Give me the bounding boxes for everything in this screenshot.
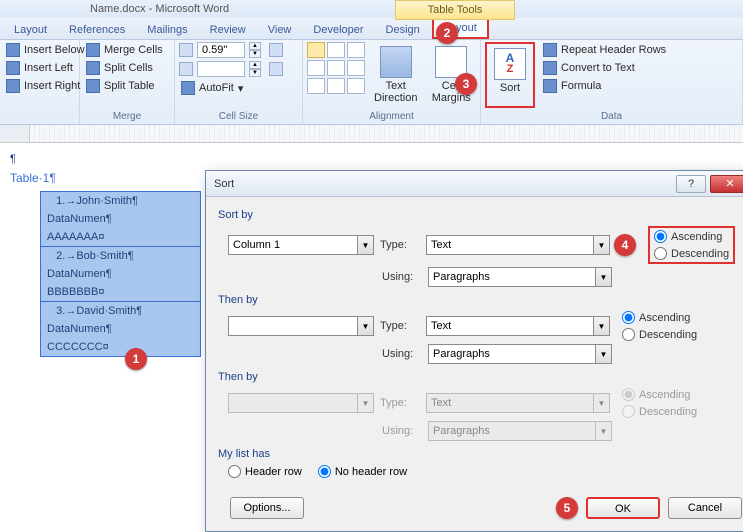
window-title: Name.docx - Microsoft Word [90,3,229,15]
insert-left-button[interactable]: Insert Left [4,60,87,76]
sort-button[interactable]: AZ Sort [489,46,531,96]
row-height-spin[interactable]: ▲▼ [179,42,283,58]
split-table-button[interactable]: Split Table [84,78,165,94]
tab-review[interactable]: Review [200,21,256,39]
thenby-using-combo[interactable]: ▼ [428,344,612,364]
tab-view[interactable]: View [258,21,302,39]
descending-radio[interactable]: Descending [654,247,729,260]
insert-right-button[interactable]: Insert Right [4,78,87,94]
distribute-cols-icon[interactable] [269,62,283,76]
callout-1: 1 [125,348,147,370]
group-merge-label: Merge [80,110,174,124]
ascending-radio: Ascending [622,388,697,401]
dialog-close-button[interactable]: ✕ [710,175,743,193]
col-width-input[interactable] [197,61,245,77]
chevron-down-icon[interactable]: ▼ [358,316,374,336]
descending-radio: Descending [622,405,697,418]
table-cell: 1.→John·Smith¶ DataNumen¶ AAAAAAA¤ [41,192,201,247]
thenby-field-combo[interactable]: ▼ [228,316,374,336]
table-cell: 2.→Bob·Smith¶ DataNumen¶ BBBBBBB¤ [41,247,201,302]
ok-button[interactable]: OK [586,497,660,519]
distribute-rows-icon[interactable] [269,43,283,57]
sortby-using-combo[interactable]: ▼ [428,267,612,287]
repeat-header-icon [543,43,557,57]
thenby-label: Then by [218,290,742,308]
thenby2-type-combo: ▼ [426,393,610,413]
width-icon [179,62,193,76]
tab-references[interactable]: References [59,21,135,39]
text-direction-button[interactable]: Text Direction [371,42,421,108]
chevron-down-icon[interactable]: ▼ [596,344,612,364]
convert-text-button[interactable]: Convert to Text [541,60,668,76]
callout-2: 2 [436,22,458,44]
sortby-field-combo[interactable]: ▼ [228,235,374,255]
col-width-spin[interactable]: ▲▼ [179,61,283,77]
group-cellsize-label: Cell Size [175,110,302,124]
sort-dialog: Sort ? ✕ Sort by ▼ Type: ▼ 4 Ascending D… [205,170,743,532]
options-button[interactable]: Options... [230,497,304,519]
no-header-row-radio[interactable]: No header row [318,465,407,478]
text-direction-icon [380,46,412,78]
formula-icon [543,79,557,93]
sortby-label: Sort by [218,205,742,223]
insert-right-icon [6,79,20,93]
group-alignment-label: Alignment [303,110,480,124]
split-cells-icon [86,61,100,75]
horizontal-ruler[interactable] [0,125,743,143]
split-table-icon [86,79,100,93]
tab-mailings[interactable]: Mailings [137,21,197,39]
dialog-title-bar[interactable]: Sort ? ✕ [206,171,743,197]
group-data-label: Data [481,110,742,124]
dialog-help-button[interactable]: ? [676,175,706,193]
alignment-grid[interactable] [307,42,365,108]
autofit-icon [181,81,195,95]
cancel-button[interactable]: Cancel [668,497,742,519]
table-cell: 3.→David·Smith¶ DataNumen¶ CCCCCCC¤ [41,302,201,357]
height-icon [179,43,193,57]
row-height-input[interactable] [197,42,245,58]
insert-left-icon [6,61,20,75]
thenby2-using-combo: ▼ [428,421,612,441]
contextual-tab-label: Table Tools [395,0,515,20]
insert-below-icon [6,43,20,57]
doc-table[interactable]: 1.→John·Smith¶ DataNumen¶ AAAAAAA¤ 2.→Bo… [40,191,201,357]
convert-text-icon [543,61,557,75]
split-cells-button[interactable]: Split Cells [84,60,165,76]
tab-table-design[interactable]: Design [376,21,430,39]
sort-az-icon: AZ [494,48,526,80]
sortby-type-combo[interactable]: ▼ [426,235,610,255]
sortby-direction-group: Ascending Descending [648,226,735,264]
chevron-down-icon[interactable]: ▼ [596,267,612,287]
paragraph-mark: ¶ [10,153,743,165]
ascending-radio[interactable]: Ascending [622,311,697,324]
callout-5: 5 [556,497,578,519]
dialog-title: Sort [214,178,234,190]
tab-developer[interactable]: Developer [303,21,373,39]
chevron-down-icon[interactable]: ▼ [594,316,610,336]
insert-below-button[interactable]: Insert Below [4,42,87,58]
repeat-header-button[interactable]: Repeat Header Rows [541,42,668,58]
merge-cells-button[interactable]: Merge Cells [84,42,165,58]
ascending-radio[interactable]: Ascending [654,230,729,243]
chevron-down-icon[interactable]: ▼ [594,235,610,255]
descending-radio[interactable]: Descending [622,328,697,341]
autofit-button[interactable]: AutoFit ▾ [179,80,283,96]
formula-button[interactable]: Formula [541,78,668,94]
ribbon-tabstrip: Layout References Mailings Review View D… [0,18,743,40]
ribbon: Insert Below Insert Left Insert Right Me… [0,40,743,125]
mylist-label: My list has [218,444,742,462]
thenby2-field-combo: ▼ [228,393,374,413]
callout-4: 4 [614,234,636,256]
chevron-down-icon[interactable]: ▼ [358,235,374,255]
window-title-bar: Name.docx - Microsoft Word [0,0,743,18]
callout-3: 3 [455,73,477,95]
thenby-direction-group: Ascending Descending [622,311,697,341]
merge-cells-icon [86,43,100,57]
tab-page-layout[interactable]: Layout [4,21,57,39]
thenby2-direction-group: Ascending Descending [622,388,697,418]
thenby-type-combo[interactable]: ▼ [426,316,610,336]
thenby2-label: Then by [218,367,742,385]
header-row-radio[interactable]: Header row [228,465,302,478]
